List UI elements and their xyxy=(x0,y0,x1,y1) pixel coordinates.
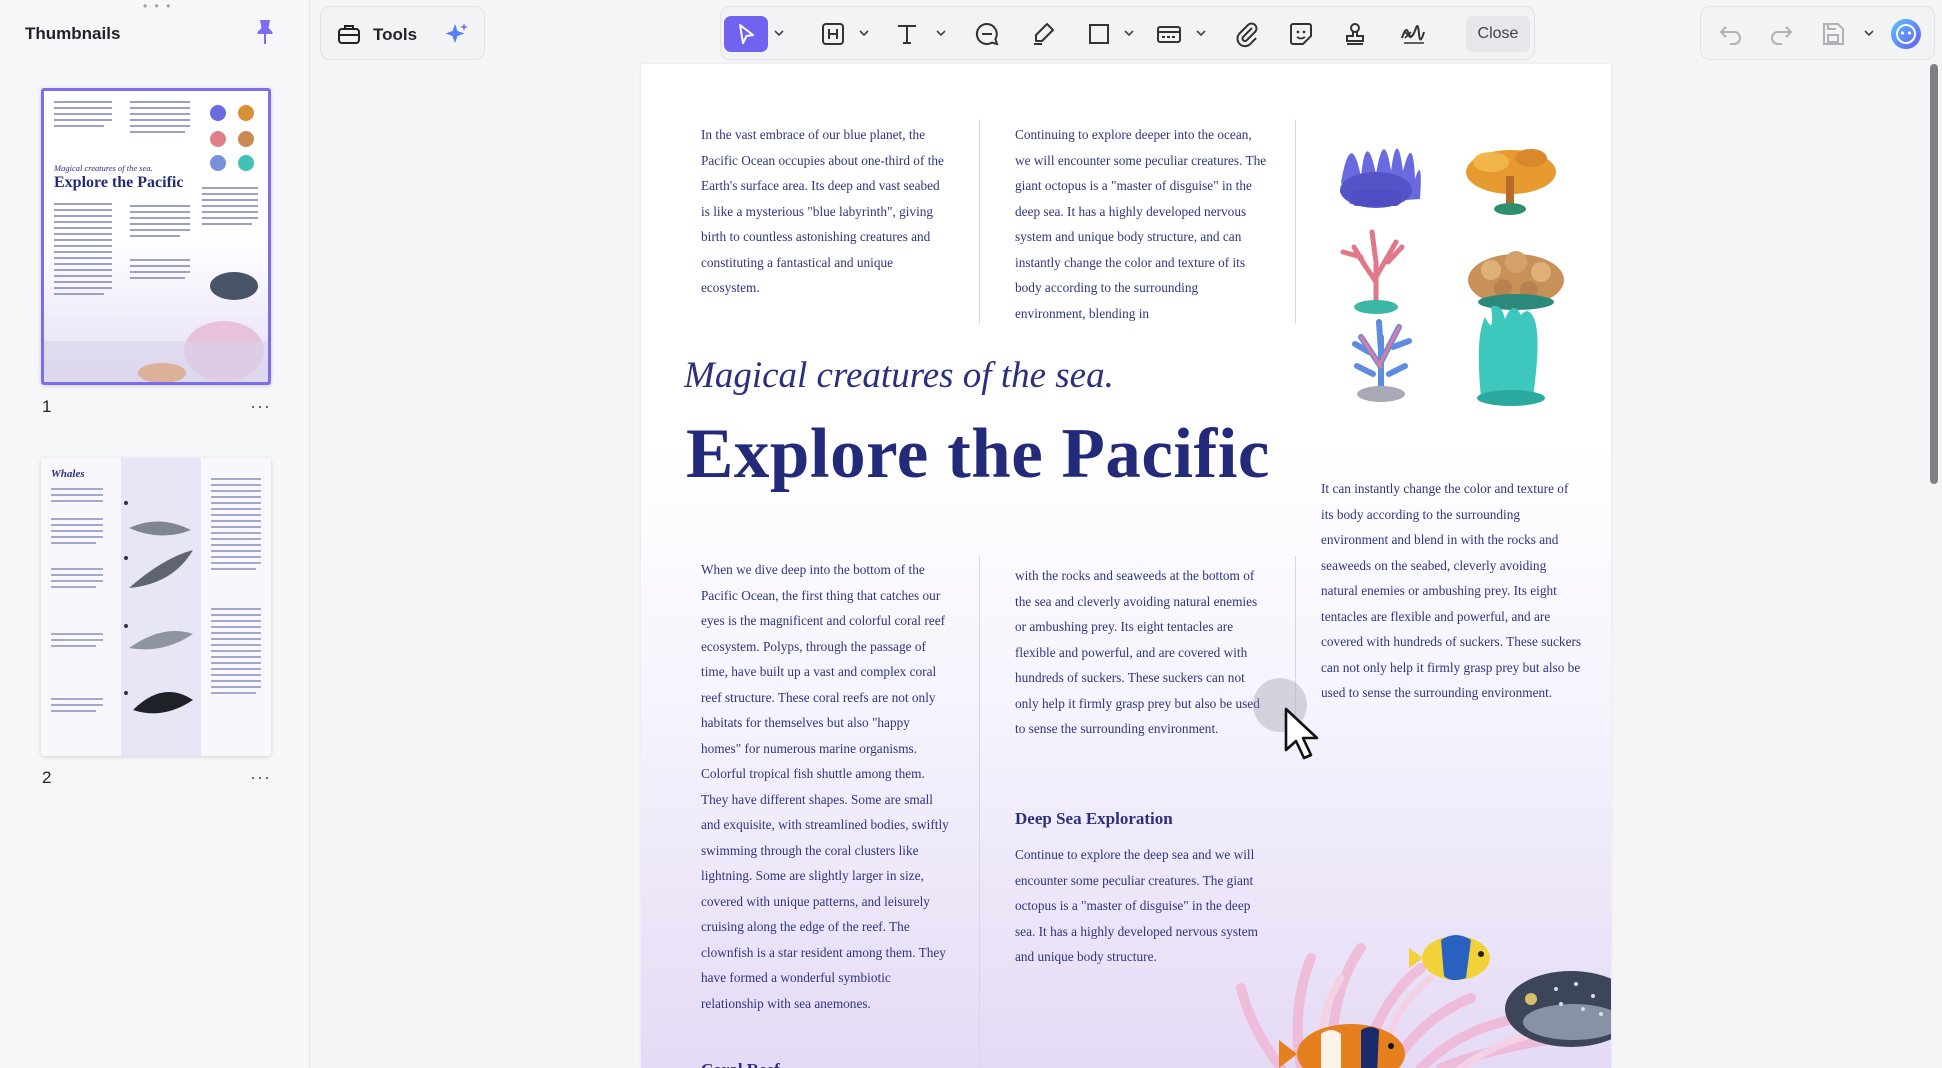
redo-icon xyxy=(1771,26,1793,45)
undo-icon xyxy=(1719,26,1741,45)
blue-coral-illustration xyxy=(1352,319,1412,402)
chevron-down-icon[interactable] xyxy=(1864,29,1874,37)
ai-sparkle-icon xyxy=(445,23,468,43)
teal-coral-illustration xyxy=(1477,305,1545,406)
stamp-icon xyxy=(1346,23,1364,45)
tools-group: Tools xyxy=(320,6,485,60)
thumbnail-preview-2 xyxy=(41,458,271,756)
section-heading-deep-sea: Deep Sea Exploration xyxy=(1015,809,1173,828)
red-coral-illustration xyxy=(1340,229,1405,314)
thumbnails-panel: • • • Thumbnails Magical creatures of th… xyxy=(0,0,310,1068)
column-divider xyxy=(979,556,980,1068)
signature-tool-button[interactable] xyxy=(1393,16,1433,52)
coral-reef-paragraph: When we dive deep into the bottom of the… xyxy=(701,562,949,1011)
sea-life-illustration xyxy=(1236,935,1611,1068)
orange-coral-illustration xyxy=(1466,149,1556,215)
tools-label[interactable]: Tools xyxy=(373,25,417,45)
chevron-down-icon[interactable] xyxy=(936,29,946,37)
panel-title: Thumbnails xyxy=(25,24,121,43)
ai-tools-button[interactable] xyxy=(439,16,475,52)
thumbnail-title: Explore the Pacific xyxy=(54,174,184,191)
redo-button[interactable] xyxy=(1765,16,1797,52)
chevron-down-icon[interactable] xyxy=(1196,29,1206,37)
header-tool-button[interactable] xyxy=(817,16,849,52)
thumbnail-page-number: 1 xyxy=(42,397,52,416)
thumbnail-page-2[interactable]: Whales xyxy=(41,458,271,756)
form-field-tool-button[interactable] xyxy=(1151,16,1187,52)
column-divider xyxy=(1295,120,1296,324)
highlight-tool-button[interactable] xyxy=(1027,16,1059,52)
section-heading-coral-reef: Coral Reef xyxy=(701,1060,780,1068)
tools-button[interactable] xyxy=(333,16,365,52)
rectangle-icon xyxy=(1089,24,1109,44)
annotation-toolbar: Close xyxy=(720,6,1535,60)
highlight-icon xyxy=(1034,23,1054,45)
chevron-down-icon[interactable] xyxy=(859,29,869,37)
thumbnail-preview-1 xyxy=(44,91,268,382)
sticker-tool-button[interactable] xyxy=(1285,16,1317,52)
select-tool-button[interactable] xyxy=(724,16,768,52)
shape-tool-button[interactable] xyxy=(1083,16,1115,52)
thumbnail-page-1[interactable]: Magical creatures of the sea. Explore th… xyxy=(41,88,271,385)
column-divider xyxy=(979,120,980,324)
thumbnail-subtitle: Magical creatures of the sea. xyxy=(54,163,153,173)
ai-assistant-button[interactable] xyxy=(1887,16,1925,52)
ai-assistant-icon xyxy=(1891,19,1921,49)
sea-anemone-illustration xyxy=(1340,148,1421,208)
thumbnail-more-button[interactable]: ··· xyxy=(250,396,271,417)
mouse-pointer-icon xyxy=(1284,707,1319,760)
document-actions-group xyxy=(1700,6,1935,60)
toolbox-icon xyxy=(338,25,360,44)
document-page[interactable]: In the vast embrace of our blue planet, … xyxy=(641,64,1611,1068)
chevron-down-icon[interactable] xyxy=(774,29,784,37)
sticker-icon xyxy=(1290,23,1312,45)
attachment-tool-button[interactable] xyxy=(1231,16,1263,52)
signature-icon xyxy=(1401,25,1425,44)
comment-tool-button[interactable] xyxy=(971,16,1003,52)
intro-paragraph: In the vast embrace of our blue planet, … xyxy=(701,127,944,295)
stamp-tool-button[interactable] xyxy=(1339,16,1371,52)
thumbnail-page-number: 2 xyxy=(42,768,52,787)
attachment-icon xyxy=(1236,22,1258,48)
octopus-paragraph-right: It can instantly change the color and te… xyxy=(1321,481,1582,700)
comment-icon xyxy=(975,22,999,46)
header-icon xyxy=(822,23,844,45)
brown-coral-illustration xyxy=(1468,251,1564,310)
select-arrow-icon xyxy=(739,24,754,44)
chevron-down-icon[interactable] xyxy=(1124,29,1134,37)
page-subtitle: Magical creatures of the sea. xyxy=(684,355,1114,396)
vertical-scrollbar[interactable] xyxy=(1930,64,1938,484)
octopus-paragraph-continued: with the rocks and seaweeds at the botto… xyxy=(1015,568,1260,736)
coral-illustrations xyxy=(1340,148,1564,406)
panel-drag-handle[interactable]: • • • xyxy=(143,0,172,12)
form-field-icon xyxy=(1157,26,1181,43)
thumbnail-title: Whales xyxy=(51,468,85,480)
pin-icon[interactable] xyxy=(253,18,277,46)
page-title: Explore the Pacific xyxy=(686,415,1270,493)
close-button[interactable]: Close xyxy=(1466,16,1530,52)
text-icon xyxy=(898,25,916,44)
octopus-paragraph-top: Continuing to explore deeper into the oc… xyxy=(1015,127,1267,321)
thumbnail-more-button[interactable]: ··· xyxy=(250,767,271,788)
save-icon xyxy=(1823,23,1844,45)
text-tool-button[interactable] xyxy=(891,16,923,52)
undo-button[interactable] xyxy=(1715,16,1747,52)
save-button[interactable] xyxy=(1817,16,1849,52)
